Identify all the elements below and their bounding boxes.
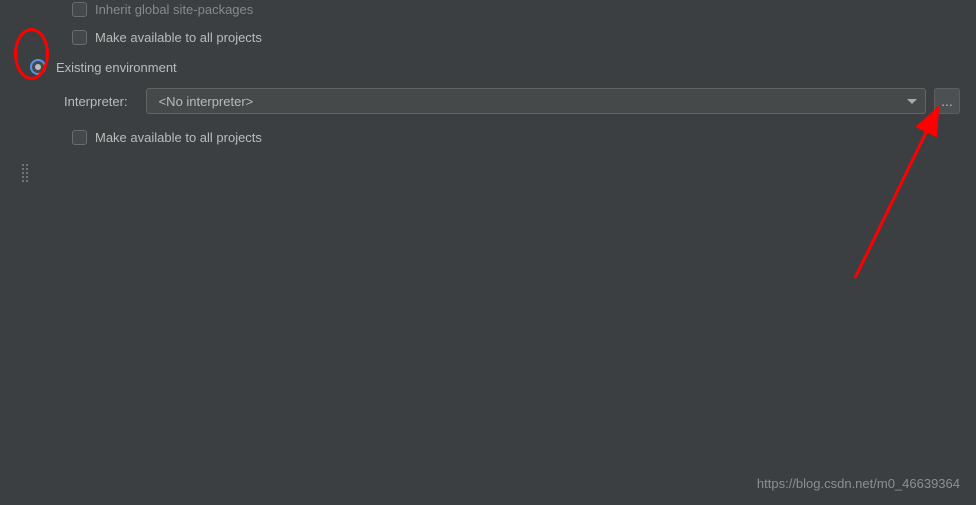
- existing-env-row[interactable]: Existing environment: [0, 54, 976, 80]
- make-available-2-checkbox[interactable]: [72, 130, 87, 145]
- make-available-2-label: Make available to all projects: [95, 130, 262, 145]
- interpreter-value: <No interpreter>: [159, 94, 254, 109]
- drag-handle-icon[interactable]: [22, 164, 28, 182]
- make-available-1-row: Make available to all projects: [0, 24, 976, 50]
- radio-dot-icon: [35, 64, 41, 70]
- inherit-global-label: Inherit global site-packages: [95, 2, 253, 17]
- inherit-global-checkbox[interactable]: [72, 2, 87, 17]
- interpreter-label: Interpreter:: [64, 94, 128, 109]
- inherit-global-row: Inherit global site-packages: [0, 0, 976, 22]
- make-available-1-checkbox[interactable]: [72, 30, 87, 45]
- existing-env-radio[interactable]: [30, 59, 46, 75]
- watermark-text: https://blog.csdn.net/m0_46639364: [757, 476, 960, 491]
- existing-env-label: Existing environment: [56, 60, 177, 75]
- make-available-2-row: Make available to all projects: [0, 124, 976, 150]
- make-available-1-label: Make available to all projects: [95, 30, 262, 45]
- ellipsis-icon: ...: [941, 98, 953, 104]
- interpreter-dropdown[interactable]: <No interpreter>: [146, 88, 926, 114]
- browse-button[interactable]: ...: [934, 88, 960, 114]
- chevron-down-icon: [907, 99, 917, 104]
- interpreter-row: Interpreter: <No interpreter> ...: [0, 88, 976, 114]
